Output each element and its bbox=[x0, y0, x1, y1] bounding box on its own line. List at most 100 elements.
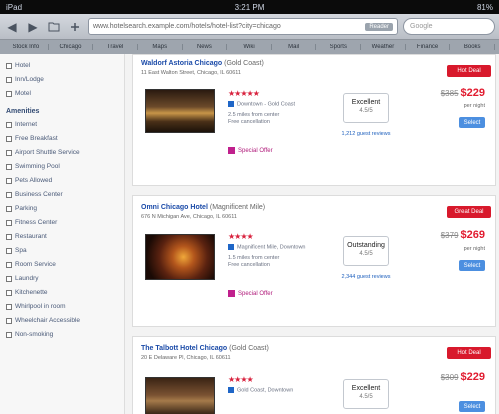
checkbox-icon[interactable] bbox=[6, 332, 12, 338]
checkbox-icon[interactable] bbox=[6, 220, 12, 226]
filter-checkbox[interactable]: Room Service bbox=[6, 261, 118, 269]
plus-icon bbox=[71, 22, 79, 31]
forward-button[interactable]: ▶ bbox=[25, 19, 41, 35]
filter-checkbox[interactable]: Airport Shuttle Service bbox=[6, 149, 118, 157]
forward-arrow-icon: ▶ bbox=[28, 19, 38, 34]
hotel-photo[interactable] bbox=[145, 234, 215, 280]
filter-checkbox[interactable]: Internet bbox=[6, 121, 118, 129]
hotel-title: Waldorf Astoria Chicago (Gold Coast) bbox=[141, 60, 264, 67]
hotel-heading: Omni Chicago Hotel (Magnificent Mile) 67… bbox=[141, 204, 265, 220]
bookmark-link[interactable]: Books bbox=[450, 44, 496, 50]
bookmark-link[interactable]: Finance bbox=[406, 44, 451, 50]
filter-checkbox[interactable]: Laundry bbox=[6, 275, 118, 283]
bookmark-link[interactable]: Sports bbox=[316, 44, 362, 50]
checkbox-icon[interactable] bbox=[6, 290, 12, 296]
star-rating: ★★★★★ bbox=[228, 89, 260, 98]
filter-checkbox[interactable]: Restaurant bbox=[6, 233, 118, 241]
bookmark-link[interactable]: News bbox=[183, 44, 228, 50]
select-button[interactable]: Select bbox=[459, 260, 485, 271]
hotel-detail: 2.5 miles from center bbox=[228, 112, 280, 118]
hotel-name-link[interactable]: Waldorf Astoria Chicago bbox=[141, 60, 222, 67]
special-offer-link[interactable]: Special Offer bbox=[228, 290, 273, 297]
back-button[interactable]: ◀ bbox=[4, 19, 20, 35]
bookmark-link[interactable]: Wiki bbox=[227, 44, 272, 50]
checkbox-icon[interactable] bbox=[6, 206, 12, 212]
offer-icon bbox=[228, 290, 235, 297]
select-button[interactable]: Select bbox=[459, 117, 485, 128]
bookmark-link[interactable]: Travel bbox=[93, 44, 138, 50]
reader-button[interactable]: Reader bbox=[365, 22, 393, 31]
checkbox-icon[interactable] bbox=[6, 91, 12, 97]
hotel-area: (Gold Coast) bbox=[224, 60, 264, 67]
reviews-link[interactable]: 1,212 guest reviews bbox=[338, 131, 394, 138]
device-label: iPad bbox=[6, 2, 23, 12]
search-input[interactable]: Google bbox=[403, 18, 495, 35]
checkbox-icon[interactable] bbox=[6, 248, 12, 254]
old-price: $379 bbox=[440, 231, 459, 240]
hotel-card: The Talbott Hotel Chicago (Gold Coast) 2… bbox=[132, 336, 496, 414]
filter-checkbox[interactable]: Wheelchair Accessible bbox=[6, 317, 118, 325]
filter-checkbox[interactable]: Pets Allowed bbox=[6, 177, 118, 185]
hotel-address: 20 E Delaware Pl, Chicago, IL 60611 bbox=[141, 355, 231, 361]
hotel-address: 676 N Michigan Ave, Chicago, IL 60611 bbox=[141, 214, 237, 220]
checkbox-icon[interactable] bbox=[6, 276, 12, 282]
map-pin-icon bbox=[228, 101, 234, 107]
deal-badge: Hot Deal bbox=[447, 347, 491, 359]
hotel-area: (Magnificent Mile) bbox=[209, 204, 266, 211]
filter-checkbox[interactable]: Hotel bbox=[6, 62, 118, 70]
address-bar[interactable]: www.hotelsearch.example.com/hotels/hotel… bbox=[88, 18, 398, 35]
bookmark-link[interactable]: Stock Info bbox=[4, 44, 49, 50]
bookmark-link[interactable]: Weather bbox=[361, 44, 406, 50]
checkbox-icon[interactable] bbox=[6, 234, 12, 240]
guest-rating: Outstanding 4.5/5 bbox=[343, 236, 389, 266]
checkbox-icon[interactable] bbox=[6, 192, 12, 198]
hotel-location: Magnificent Mile, Downtown bbox=[228, 244, 305, 251]
checkbox-icon[interactable] bbox=[6, 150, 12, 156]
hotel-card: Waldorf Astoria Chicago (Gold Coast) 11 … bbox=[132, 54, 496, 186]
checkbox-icon[interactable] bbox=[6, 304, 12, 310]
hotel-detail: Free cancellation bbox=[228, 119, 270, 125]
filter-checkbox[interactable]: Fitness Center bbox=[6, 219, 118, 227]
checkbox-icon[interactable] bbox=[6, 136, 12, 142]
filter-checkbox[interactable]: Swimming Pool bbox=[6, 163, 118, 171]
price: $385 $229 bbox=[441, 87, 485, 99]
checkbox-icon[interactable] bbox=[6, 77, 12, 83]
map-pin-icon bbox=[228, 244, 234, 250]
checkbox-icon[interactable] bbox=[6, 178, 12, 184]
status-bar: iPad 3:21 PM 81% bbox=[0, 0, 499, 14]
back-arrow-icon: ◀ bbox=[7, 19, 17, 34]
bookmarks-bar: Stock Info Chicago Travel Maps News Wiki… bbox=[0, 40, 499, 54]
checkbox-icon[interactable] bbox=[6, 164, 12, 170]
select-button[interactable]: Select bbox=[459, 401, 485, 412]
special-offer-link[interactable]: Special Offer bbox=[228, 147, 273, 154]
checkbox-icon[interactable] bbox=[6, 318, 12, 324]
hotel-location: Gold Coast, Downtown bbox=[228, 387, 293, 394]
filter-checkbox[interactable]: Business Center bbox=[6, 191, 118, 199]
hotel-name-link[interactable]: The Talbott Hotel Chicago bbox=[141, 345, 227, 352]
filter-checkbox[interactable]: Parking bbox=[6, 205, 118, 213]
hotel-address: 11 East Walton Street, Chicago, IL 60611 bbox=[141, 70, 241, 76]
filter-checkbox[interactable]: Non-smoking bbox=[6, 331, 118, 339]
bookmark-link[interactable]: Maps bbox=[138, 44, 183, 50]
filter-checkbox[interactable]: Inn/Lodge bbox=[6, 76, 118, 84]
hotel-detail: 1.5 miles from center bbox=[228, 255, 280, 261]
filter-checkbox[interactable]: Whirlpool in room bbox=[6, 303, 118, 311]
hotel-name-link[interactable]: Omni Chicago Hotel bbox=[141, 204, 208, 211]
hotel-photo[interactable] bbox=[145, 377, 215, 414]
star-rating: ★★★★ bbox=[228, 232, 254, 241]
add-page-button[interactable] bbox=[67, 19, 83, 35]
hotel-photo[interactable] bbox=[145, 89, 215, 133]
filter-checkbox[interactable]: Spa bbox=[6, 247, 118, 255]
filter-checkbox[interactable]: Motel bbox=[6, 90, 118, 98]
filter-checkbox[interactable]: Free Breakfast bbox=[6, 135, 118, 143]
filter-checkbox[interactable]: Kitchenette bbox=[6, 289, 118, 297]
bookmark-link[interactable]: Chicago bbox=[49, 44, 94, 50]
checkbox-icon[interactable] bbox=[6, 262, 12, 268]
reviews-link[interactable]: 2,344 guest reviews bbox=[338, 274, 394, 281]
checkbox-icon[interactable] bbox=[6, 122, 12, 128]
browser-toolbar: ◀ ▶ www.hotelsearch.example.com/hotels/h… bbox=[0, 14, 499, 40]
checkbox-icon[interactable] bbox=[6, 63, 12, 69]
guest-rating: Excellent 4.5/5 bbox=[343, 93, 389, 123]
bookmark-link[interactable]: Mail bbox=[272, 44, 317, 50]
bookmarks-button[interactable] bbox=[46, 19, 62, 35]
